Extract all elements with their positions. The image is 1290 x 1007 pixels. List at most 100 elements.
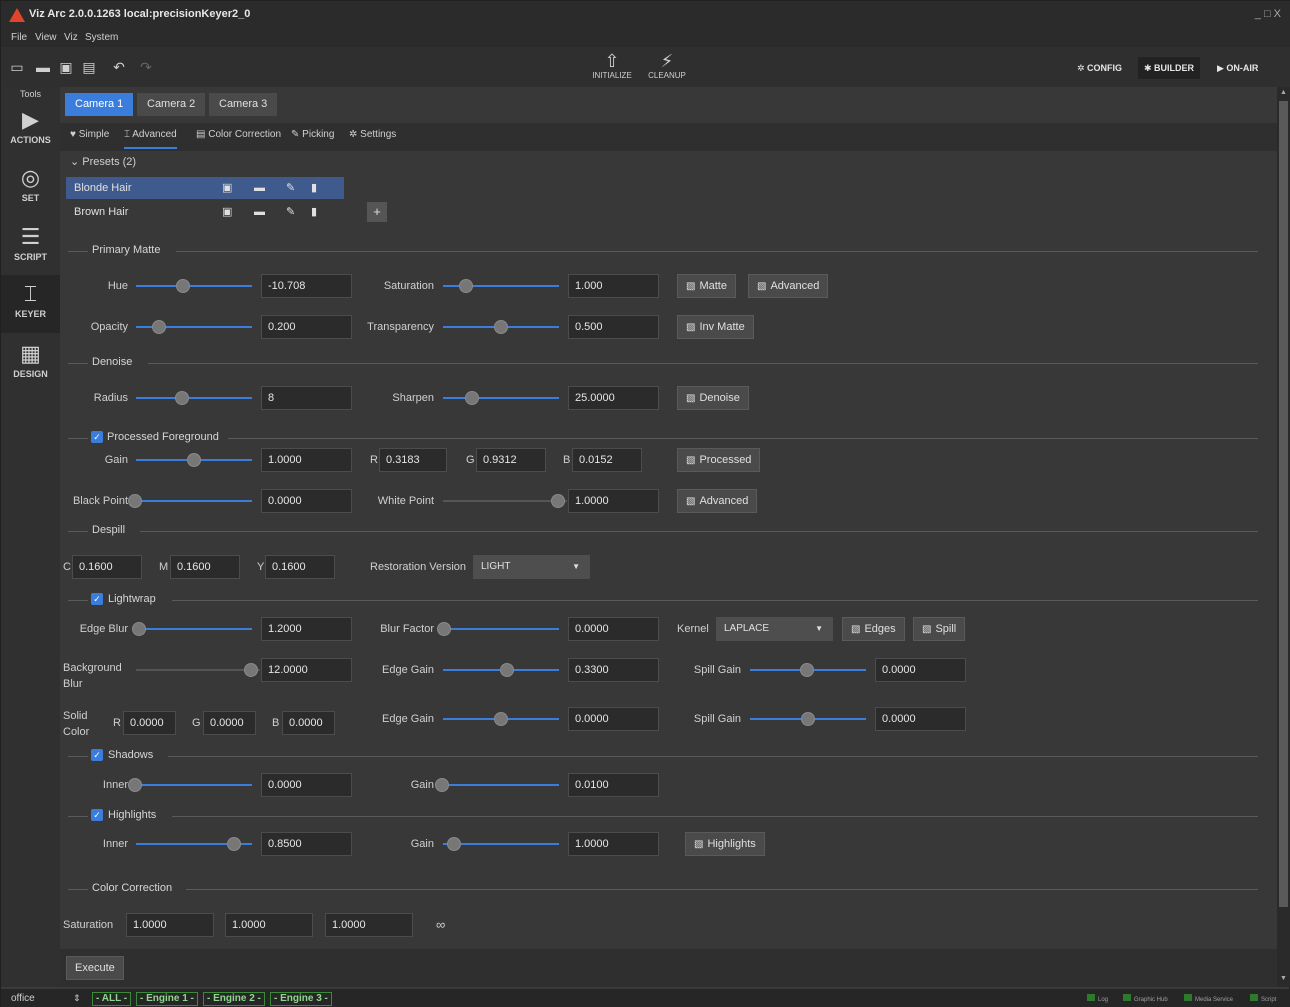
matte-button[interactable]: ▧ Matte xyxy=(677,274,736,298)
sharpen-input[interactable]: 25.0000 xyxy=(568,386,659,410)
tab-picking[interactable]: ✎ Picking xyxy=(291,129,334,149)
delete-preset-icon[interactable]: ▮ xyxy=(311,201,317,223)
saturation-slider[interactable] xyxy=(443,279,559,293)
tab-color-correction[interactable]: ▤ Color Correction xyxy=(196,129,281,149)
slider-handle[interactable] xyxy=(187,453,201,467)
scroll-up-icon[interactable]: ▲ xyxy=(1280,89,1287,96)
slider-handle[interactable] xyxy=(244,663,258,677)
config-button[interactable]: ✲ CONFIG xyxy=(1071,57,1128,79)
white-point-slider[interactable] xyxy=(443,494,567,508)
r-input[interactable]: 0.3183 xyxy=(379,448,447,472)
shadows-inner-input[interactable]: 0.0000 xyxy=(261,773,352,797)
solid-g-input[interactable]: 0.0000 xyxy=(203,711,256,735)
highlights-gain-input[interactable]: 1.0000 xyxy=(568,832,659,856)
spill-gain-slider[interactable] xyxy=(750,663,866,677)
edit-preset-icon[interactable]: ✎ xyxy=(286,201,295,223)
sidebar-item-script[interactable]: ☰ SCRIPT xyxy=(1,218,60,274)
load-preset-icon[interactable]: ▬ xyxy=(254,201,265,223)
load-preset-icon[interactable]: ▬ xyxy=(254,177,265,199)
window-controls[interactable]: _ □ X xyxy=(1255,8,1281,20)
scrollbar-thumb[interactable] xyxy=(1279,101,1288,907)
radius-input[interactable]: 8 xyxy=(261,386,352,410)
slider-handle[interactable] xyxy=(459,279,473,293)
spill-gain-input[interactable]: 0.0000 xyxy=(875,658,966,682)
matte-advanced-button[interactable]: ▧ Advanced xyxy=(748,274,829,298)
b-input[interactable]: 0.0152 xyxy=(572,448,642,472)
tab-simple[interactable]: ♥ Simple xyxy=(70,129,109,149)
slider-handle[interactable] xyxy=(227,837,241,851)
background-blur-input[interactable]: 12.0000 xyxy=(261,658,352,682)
slider-handle[interactable] xyxy=(176,279,190,293)
presets-header[interactable]: ⌄ Presets (2) xyxy=(70,155,136,168)
menu-system[interactable]: System xyxy=(85,32,118,43)
save-preset-icon[interactable]: ▣ xyxy=(222,177,232,199)
opacity-slider[interactable] xyxy=(136,320,252,334)
edges-button[interactable]: ▧ Edges xyxy=(842,617,905,641)
processed-button[interactable]: ▧ Processed xyxy=(677,448,761,472)
hue-input[interactable]: -10.708 xyxy=(261,274,352,298)
solid-b-input[interactable]: 0.0000 xyxy=(282,711,335,735)
preset-item-brown-hair[interactable]: Brown Hair ▣ ▬ ✎ ▮ xyxy=(66,201,344,223)
sharpen-slider[interactable] xyxy=(443,391,559,405)
tab-advanced[interactable]: ⌶ Advanced xyxy=(124,129,177,149)
initialize-button[interactable]: ⇧ INITIALIZE xyxy=(589,51,635,85)
edge-blur-input[interactable]: 1.2000 xyxy=(261,617,352,641)
edit-preset-icon[interactable]: ✎ xyxy=(286,177,295,199)
restoration-version-dropdown[interactable]: LIGHT ▼ xyxy=(473,555,590,579)
redo-icon[interactable]: ↷ xyxy=(138,59,154,75)
black-point-input[interactable]: 0.0000 xyxy=(261,489,352,513)
processed-advanced-button[interactable]: ▧ Advanced xyxy=(677,489,758,513)
shadows-inner-slider[interactable] xyxy=(128,778,252,792)
highlights-inner-input[interactable]: 0.8500 xyxy=(261,832,352,856)
blur-factor-slider[interactable] xyxy=(437,622,559,636)
solid-r-input[interactable]: 0.0000 xyxy=(123,711,176,735)
black-point-slider[interactable] xyxy=(128,494,252,508)
slider-handle[interactable] xyxy=(435,778,449,792)
status-log[interactable]: Log xyxy=(1087,994,1108,1003)
status-graphic-hub[interactable]: Graphic Hub xyxy=(1123,994,1168,1003)
spill-button[interactable]: ▧ Spill xyxy=(913,617,966,641)
engine-all[interactable]: - ALL - xyxy=(92,992,132,1006)
link-icon[interactable]: ∞ xyxy=(436,917,445,932)
g-input[interactable]: 0.9312 xyxy=(476,448,546,472)
tab-settings[interactable]: ✲ Settings xyxy=(349,129,396,149)
radius-slider[interactable] xyxy=(136,391,252,405)
transparency-input[interactable]: 0.500 xyxy=(568,315,659,339)
highlights-inner-slider[interactable] xyxy=(136,837,252,851)
spill-gain-slider[interactable] xyxy=(750,712,866,726)
tab-camera-2[interactable]: Camera 2 xyxy=(137,93,206,116)
hue-slider[interactable] xyxy=(136,279,252,293)
undo-icon[interactable]: ↶ xyxy=(111,59,127,75)
transparency-slider[interactable] xyxy=(443,320,559,334)
lightwrap-checkbox[interactable]: ✓ xyxy=(91,593,103,605)
sidebar-item-set[interactable]: ◎ SET xyxy=(1,159,60,215)
slider-handle[interactable] xyxy=(801,712,815,726)
scroll-down-icon[interactable]: ▼ xyxy=(1280,975,1287,982)
sidebar-item-keyer[interactable]: ⌶ KEYER xyxy=(1,275,60,333)
execute-button[interactable]: Execute xyxy=(66,956,124,980)
highlights-button[interactable]: ▧ Highlights xyxy=(685,832,765,856)
slider-handle[interactable] xyxy=(494,320,508,334)
profile-spinner-icon[interactable]: ⇕ xyxy=(73,993,81,1004)
edge-blur-slider[interactable] xyxy=(132,622,252,636)
y-input[interactable]: 0.1600 xyxy=(265,555,335,579)
slider-handle[interactable] xyxy=(800,663,814,677)
opacity-input[interactable]: 0.200 xyxy=(261,315,352,339)
builder-button[interactable]: ✱ BUILDER xyxy=(1138,57,1201,79)
edge-gain-input[interactable]: 0.0000 xyxy=(568,707,659,731)
denoise-button[interactable]: ▧ Denoise xyxy=(677,386,749,410)
gain-slider[interactable] xyxy=(136,453,252,467)
edge-gain-input[interactable]: 0.3300 xyxy=(568,658,659,682)
menu-view[interactable]: View xyxy=(35,32,57,43)
spill-gain-input[interactable]: 0.0000 xyxy=(875,707,966,731)
highlights-checkbox[interactable]: ✓ xyxy=(91,809,103,821)
open-folder-icon[interactable]: ▬ xyxy=(35,59,51,75)
new-file-icon[interactable]: ▭ xyxy=(9,59,25,75)
kernel-dropdown[interactable]: LAPLACE ▼ xyxy=(716,617,833,641)
delete-preset-icon[interactable]: ▮ xyxy=(311,177,317,199)
cc-saturation-input-1[interactable]: 1.0000 xyxy=(126,913,214,937)
cc-saturation-input-3[interactable]: 1.0000 xyxy=(325,913,413,937)
sidebar-item-actions[interactable]: ▶ ACTIONS xyxy=(1,101,60,157)
menu-file[interactable]: File xyxy=(11,32,27,43)
cleanup-button[interactable]: ⚡ CLEANUP xyxy=(644,51,690,85)
